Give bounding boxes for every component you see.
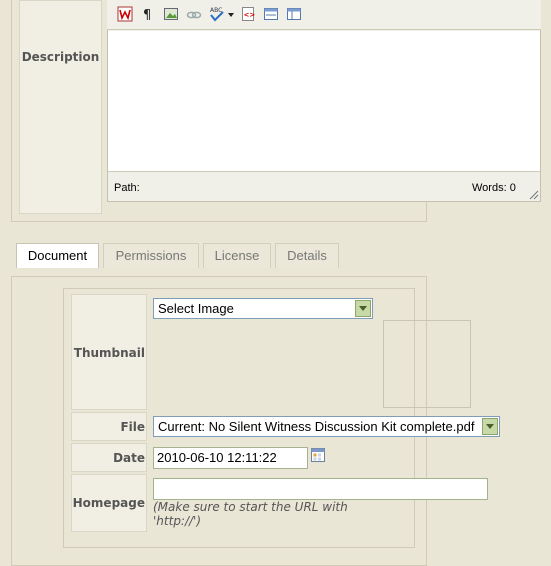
chevron-down-icon[interactable] xyxy=(482,418,498,435)
homepage-label: Homepage xyxy=(72,496,145,510)
paste-word-icon[interactable] xyxy=(117,6,133,22)
chevron-down-icon[interactable] xyxy=(355,300,371,317)
editor-word-count: Words: 0 xyxy=(472,182,516,194)
calendar-icon[interactable] xyxy=(311,448,325,462)
date-label: Date xyxy=(113,451,145,465)
horizontal-rule-icon[interactable] xyxy=(263,6,279,22)
tab-permissions[interactable]: Permissions xyxy=(103,243,199,268)
thumbnail-preview xyxy=(383,320,471,408)
editor-content-area[interactable] xyxy=(108,31,540,172)
file-select[interactable]: Current: No Silent Witness Discussion Ki… xyxy=(153,416,500,437)
insert-image-icon[interactable] xyxy=(163,6,179,22)
tab-license[interactable]: License xyxy=(203,243,271,268)
file-label: File xyxy=(120,420,145,434)
homepage-hint: (Make sure to start the URL with 'http:/… xyxy=(153,500,348,528)
thumbnail-label: Thumbnail xyxy=(73,346,145,360)
insert-link-icon[interactable] xyxy=(186,6,202,22)
svg-text:<>: <> xyxy=(244,11,256,19)
date-input[interactable]: 2010-06-10 12:11:22 xyxy=(153,447,308,469)
thumbnail-select-value: Select Image xyxy=(158,301,234,316)
svg-text:ABC: ABC xyxy=(210,7,222,14)
file-select-value: Current: No Silent Witness Discussion Ki… xyxy=(158,419,475,434)
editor-toolbar: ¶ ABC <> xyxy=(107,0,541,30)
editor-path-label: Path: xyxy=(114,182,140,194)
tab-document[interactable]: Document xyxy=(16,243,99,268)
template-icon[interactable] xyxy=(286,6,302,22)
thumbnail-select[interactable]: Select Image xyxy=(153,298,373,319)
tab-details[interactable]: Details xyxy=(275,243,339,268)
paragraph-icon[interactable]: ¶ xyxy=(140,6,156,22)
homepage-input[interactable] xyxy=(153,478,488,500)
html-source-icon[interactable]: <> xyxy=(240,6,256,22)
resize-grip-icon[interactable] xyxy=(527,188,539,200)
spellcheck-icon[interactable]: ABC xyxy=(209,6,225,22)
description-label-cell xyxy=(19,0,102,214)
dropdown-arrow-icon[interactable] xyxy=(227,6,235,22)
description-label: Description xyxy=(21,50,100,64)
svg-text:¶: ¶ xyxy=(143,8,151,22)
